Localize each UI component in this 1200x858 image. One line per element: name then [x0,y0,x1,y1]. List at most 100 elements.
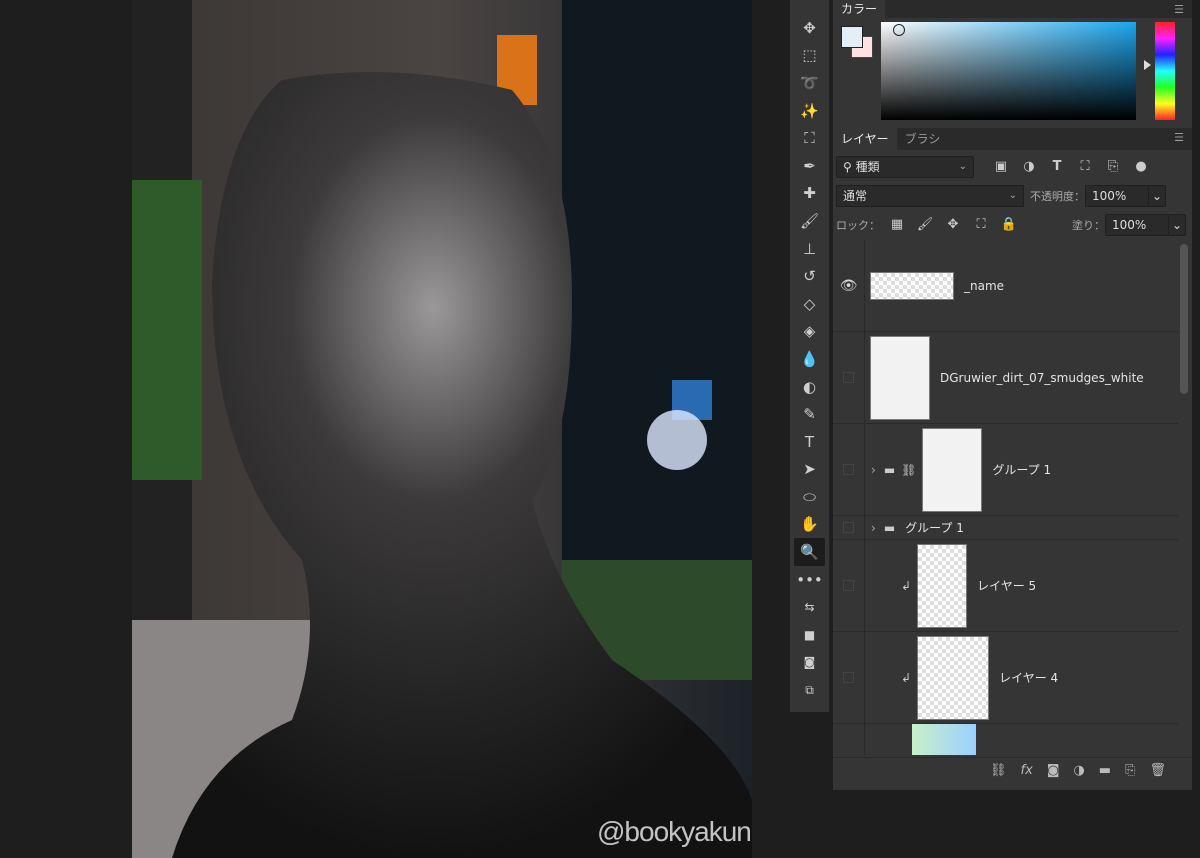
document-canvas[interactable]: @bookyakuno [132,0,752,858]
link-icon: ⛓ [901,462,917,477]
layers-list: 👁 _name DGruwier_dirt_07_smudges_white ›… [833,240,1178,755]
lock-transparent-icon[interactable]: ▦ [886,217,908,232]
lock-image-icon[interactable]: 🖌 [914,217,936,232]
lasso-tool-icon[interactable]: ➰ [790,69,829,97]
type-filter-icon[interactable]: T [1046,159,1068,174]
history-brush-tool-icon[interactable]: ↺ [790,262,829,290]
hue-slider-handle[interactable] [1144,60,1151,70]
eye-icon[interactable]: 👁 [840,278,858,294]
layer-row[interactable]: DGruwier_dirt_07_smudges_white [833,332,1178,424]
color-picker-cursor[interactable] [893,24,905,36]
layer-row[interactable]: 👁 _name [833,240,1178,332]
opacity-label: 不透明度： [1030,189,1085,203]
pixel-filter-icon[interactable]: ▣ [990,159,1012,174]
crop-tool-icon[interactable]: ⛶ [790,124,829,152]
type-tool-icon[interactable]: T [790,428,829,456]
new-group-icon[interactable]: ▬ [1099,763,1111,778]
ellipse-tool-icon[interactable]: ⬭ [790,483,829,511]
eraser-tool-icon[interactable]: ◇ [790,290,829,318]
layers-scrollbar[interactable] [1180,244,1188,394]
swap-colors-icon[interactable]: ⇆ [790,593,829,621]
color-swatches-icon[interactable]: ■ [790,621,829,649]
filter-value: 種類 [855,159,880,174]
layer-row[interactable]: › ▬ ⛓ グループ 1 [833,424,1178,516]
brush-tool-icon[interactable]: 🖌 [790,207,829,235]
layer-row[interactable] [833,723,1178,755]
adjustment-layer-icon[interactable]: ◑ [1073,763,1084,778]
fill-label: 塗り： [1072,218,1105,232]
layer-thumbnail [870,335,930,420]
fx-icon[interactable]: fx [1021,763,1033,778]
shape-filter-icon[interactable]: ⛶ [1074,159,1096,174]
paint-bucket-tool-icon[interactable]: ◈ [790,318,829,346]
new-layer-icon[interactable]: ⎘ [1125,763,1135,778]
tab-color[interactable]: カラー [833,0,886,18]
layer-row[interactable]: ↲ レイヤー 4 [833,632,1178,724]
folder-icon: ▬ [883,520,896,535]
move-tool-icon[interactable]: ✥ [790,14,829,42]
layer-name: DGruwier_dirt_07_smudges_white [940,370,1144,385]
lock-artboard-icon[interactable]: ⛶ [970,217,992,232]
folder-icon: ▬ [883,462,896,477]
healing-tool-icon[interactable]: ✚ [790,180,829,208]
lock-all-icon[interactable]: 🔒 [998,217,1020,232]
hand-tool-icon[interactable]: ✋ [790,511,829,539]
layer-name: レイヤー 4 [999,671,1059,685]
layer-filter-select[interactable]: ⚲ 種類 ⌄ [836,155,974,178]
tab-brush[interactable]: ブラシ [897,128,949,150]
opacity-input[interactable]: 100% [1085,184,1149,207]
visibility-toggle[interactable] [843,672,854,683]
quick-mask-icon[interactable]: ◙ [790,649,829,677]
layers-bottom-bar: ⛓ fx ◙ ◑ ▬ ⎘ 🗑 [833,757,1192,783]
foreground-color-swatch[interactable] [841,26,863,48]
trash-icon[interactable]: 🗑 [1149,763,1166,778]
layer-name: _name [964,278,1005,293]
visibility-toggle[interactable] [843,464,854,475]
hue-slider[interactable] [1155,22,1175,120]
smart-object-filter-icon[interactable]: ⎘ [1102,159,1124,174]
eyedropper-tool-icon[interactable]: ✒ [790,152,829,180]
layer-thumbnail [917,635,990,720]
stamp-tool-icon[interactable]: ⊥ [790,235,829,263]
clipping-arrow-icon: ↲ [901,670,912,685]
path-select-tool-icon[interactable]: ➤ [790,456,829,484]
blend-mode-select[interactable]: 通常 ⌄ [836,184,1024,207]
fill-input[interactable]: 100% [1105,213,1169,236]
tab-layers[interactable]: レイヤー [833,128,897,150]
layer-name: グループ 1 [905,521,964,535]
visibility-toggle[interactable] [843,522,854,533]
fill-dropdown[interactable]: ⌄ [1168,213,1186,236]
blend-mode-value: 通常 [843,188,868,203]
expand-chevron-icon[interactable]: › [871,521,876,535]
layer-thumbnail [912,723,976,755]
blur-tool-icon[interactable]: 💧 [790,345,829,373]
layer-row[interactable]: › ▬ グループ 1 [833,516,1178,540]
layer-thumbnail [917,543,968,628]
visibility-toggle[interactable] [843,580,854,591]
link-layers-icon[interactable]: ⛓ [990,763,1007,778]
panel-menu-icon[interactable]: ☰ [1174,3,1184,16]
add-mask-icon[interactable]: ◙ [1047,763,1060,778]
dodge-tool-icon[interactable]: ◐ [790,373,829,401]
color-field[interactable] [881,22,1136,120]
lock-position-icon[interactable]: ✥ [942,217,964,232]
panel-menu-icon[interactable]: ☰ [1174,131,1184,144]
adjustment-filter-icon[interactable]: ◑ [1018,159,1040,174]
visibility-toggle[interactable] [843,372,854,383]
tools-panel: ✥ ⬚ ➰ ✨ ⛶ ✒ ✚ 🖌 ⊥ ↺ ◇ ◈ 💧 ◐ ✎ T ➤ ⬭ ✋ 🔍 ••• ⇆ ■ ◙ ⧉ [790,0,830,712]
layer-thumbnail [870,271,954,300]
magic-wand-tool-icon[interactable]: ✨ [790,97,829,125]
opacity-dropdown[interactable]: ⌄ [1148,184,1166,207]
layer-name: グループ 1 [992,463,1052,477]
expand-chevron-icon[interactable]: › [871,463,876,477]
clipping-arrow-icon: ↲ [901,578,912,593]
marquee-tool-icon[interactable]: ⬚ [790,42,829,70]
pen-tool-icon[interactable]: ✎ [790,400,829,428]
more-tools-icon[interactable]: ••• [790,566,829,594]
screen-mode-icon[interactable]: ⧉ [790,676,829,704]
filter-toggle-icon[interactable]: ● [1130,159,1152,174]
canvas-image [132,0,752,858]
layer-mask-thumbnail [922,427,983,512]
zoom-tool-icon[interactable]: 🔍 [794,538,825,566]
layer-row[interactable]: ↲ レイヤー 5 [833,540,1178,632]
